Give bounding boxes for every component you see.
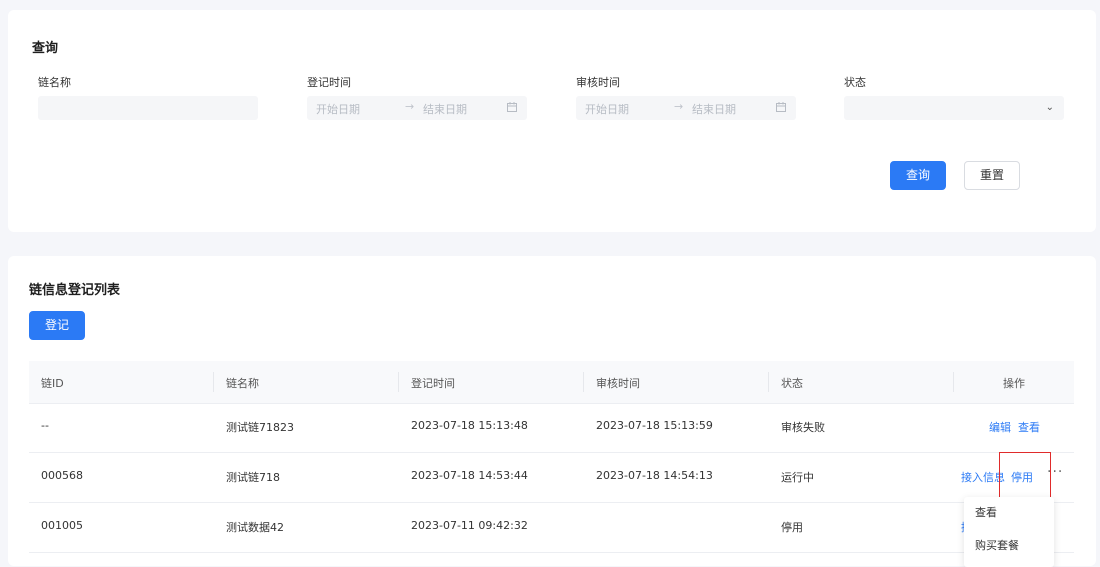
register-end-date[interactable]: 结束日期	[423, 101, 467, 117]
cell-status: 审核失败	[781, 421, 825, 434]
column-divider	[583, 372, 584, 392]
cell-chain-name: 测试链71823	[226, 421, 294, 434]
cell-register-time: 2023-07-18 14:53:44	[411, 469, 528, 482]
cell-status: 运行中	[781, 471, 814, 484]
column-divider	[213, 372, 214, 392]
status-select[interactable]: ⌄	[844, 96, 1064, 120]
review-end-date[interactable]: 结束日期	[692, 101, 736, 117]
arrow-right-icon: →	[674, 100, 684, 113]
list-title: 链信息登记列表	[29, 283, 121, 298]
table-row: 001005 测试数据42 2023-07-11 09:42:32 停用 接	[29, 502, 1074, 553]
dropdown-item-view[interactable]: 查看	[975, 504, 997, 520]
cell-review-time: 2023-07-18 14:54:13	[596, 469, 713, 482]
chevron-down-icon: ⌄	[1045, 102, 1054, 113]
calendar-icon	[776, 102, 786, 112]
column-divider	[398, 372, 399, 392]
status-label: 状态	[844, 76, 866, 89]
query-title: 查询	[32, 41, 59, 56]
column-divider	[768, 372, 769, 392]
cell-review-time: 2023-07-18 15:13:59	[596, 419, 713, 432]
arrow-right-icon: →	[405, 100, 415, 113]
register-time-range[interactable]: 开始日期 → 结束日期	[307, 96, 527, 120]
edit-link[interactable]: 编辑	[989, 419, 1011, 435]
dropdown-item-buy-package[interactable]: 购买套餐	[975, 537, 1019, 553]
cell-chain-name: 测试数据42	[226, 521, 284, 534]
cell-status: 停用	[781, 521, 803, 534]
column-chain-id: 链ID	[41, 377, 64, 390]
column-status: 状态	[781, 377, 803, 390]
column-review-time: 审核时间	[596, 377, 640, 390]
cell-chain-id: 001005	[41, 519, 83, 532]
cell-chain-id: --	[41, 419, 49, 432]
cell-chain-id: 000568	[41, 469, 83, 482]
view-link[interactable]: 查看	[1018, 419, 1040, 435]
review-time-range[interactable]: 开始日期 → 结束日期	[576, 96, 796, 120]
chain-name-label: 链名称	[38, 76, 71, 89]
list-panel: 链信息登记列表 登记 链ID 链名称 登记时间 审核时间 状态 操作 -- 测试…	[8, 256, 1096, 566]
register-start-date[interactable]: 开始日期	[316, 101, 360, 117]
more-actions-icon[interactable]: ···	[1047, 464, 1063, 480]
table-row: 000568 测试链718 2023-07-18 14:53:44 2023-0…	[29, 452, 1074, 503]
register-button[interactable]: 登记	[29, 311, 85, 340]
register-time-label: 登记时间	[307, 76, 351, 89]
more-actions-dropdown: 查看 购买套餐	[964, 497, 1054, 567]
review-start-date[interactable]: 开始日期	[585, 101, 629, 117]
reset-button[interactable]: 重置	[964, 161, 1020, 190]
review-time-label: 审核时间	[576, 76, 620, 89]
search-button[interactable]: 查询	[890, 161, 946, 190]
column-actions: 操作	[1003, 377, 1025, 390]
column-chain-name: 链名称	[226, 377, 259, 390]
access-info-link[interactable]: 接入信息	[961, 469, 1005, 485]
calendar-icon	[507, 102, 517, 112]
column-divider	[953, 372, 954, 392]
column-register-time: 登记时间	[411, 377, 455, 390]
table-header: 链ID 链名称 登记时间 审核时间 状态 操作	[29, 361, 1074, 404]
cell-register-time: 2023-07-18 15:13:48	[411, 419, 528, 432]
cell-register-time: 2023-07-11 09:42:32	[411, 519, 528, 532]
disable-link[interactable]: 停用	[1011, 469, 1033, 485]
table-row: -- 测试链71823 2023-07-18 15:13:48 2023-07-…	[29, 402, 1074, 453]
query-panel: 查询 链名称 登记时间 开始日期 → 结束日期 审核时间 开始日期 → 结束日期…	[8, 10, 1096, 232]
chain-name-input[interactable]	[38, 96, 258, 120]
cell-chain-name: 测试链718	[226, 471, 280, 484]
